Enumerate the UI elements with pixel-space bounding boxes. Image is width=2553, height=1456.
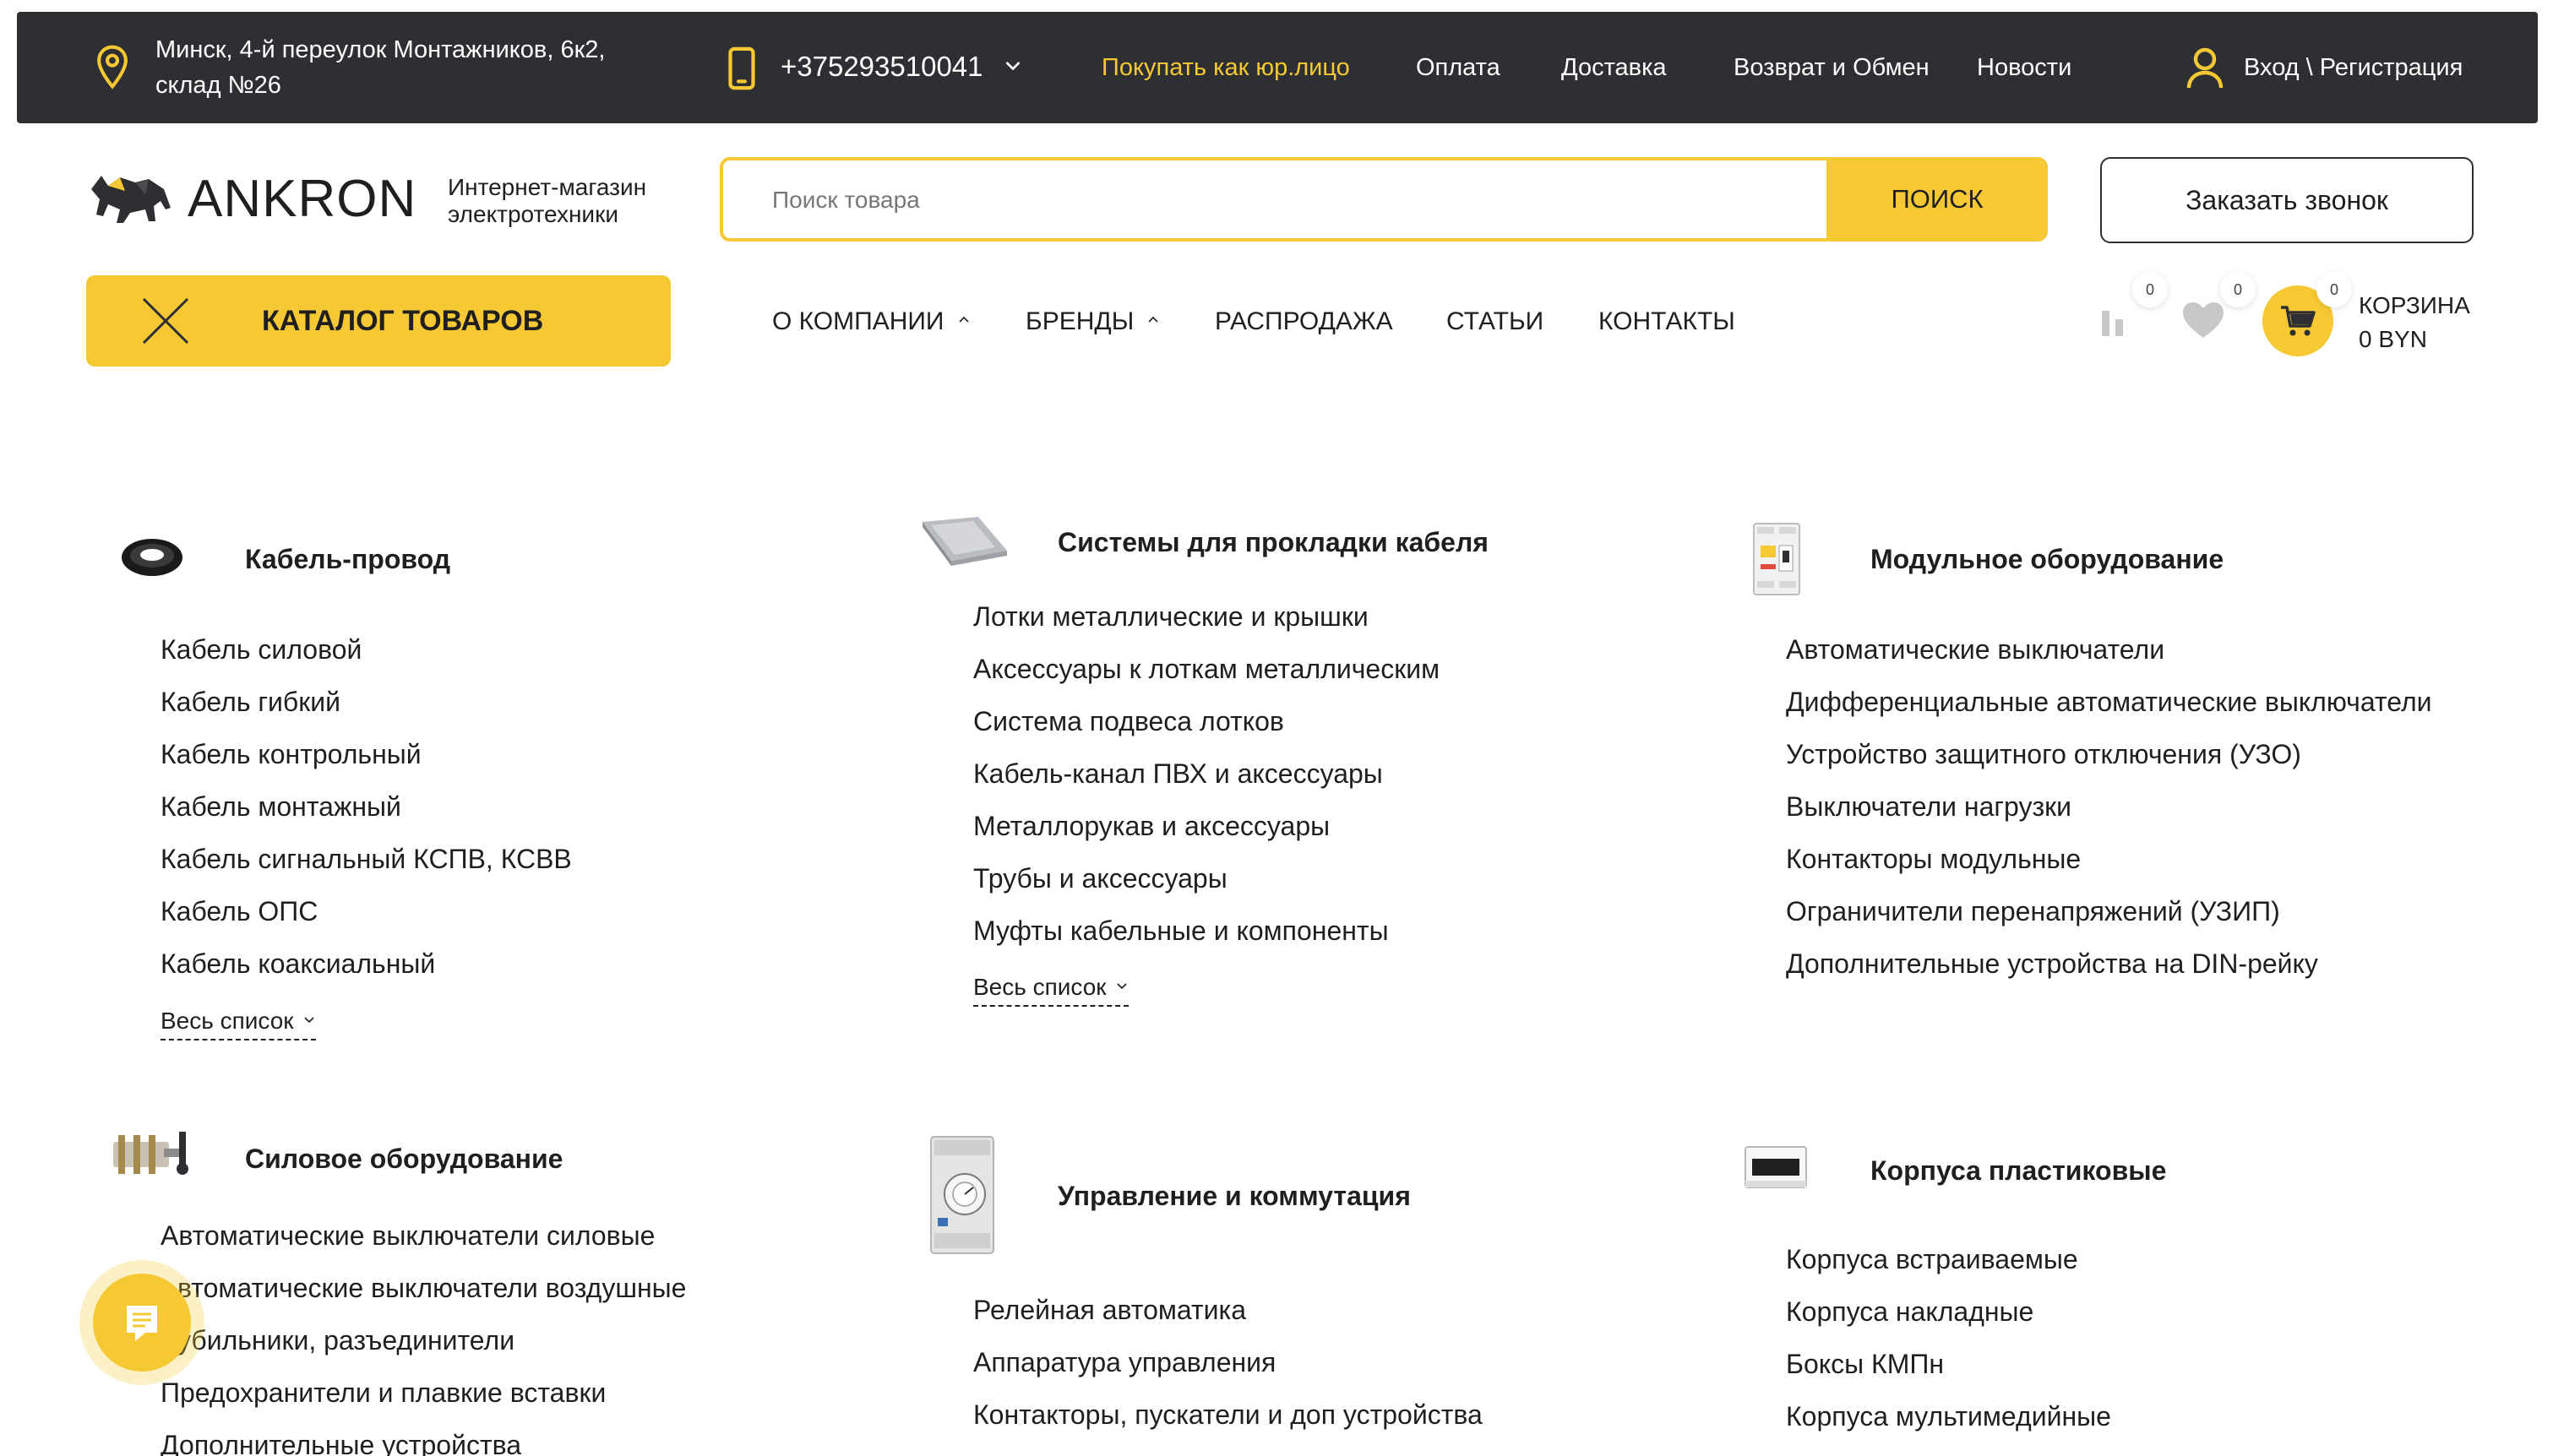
category-link[interactable]: Муфты кабельные и компоненты bbox=[973, 914, 1389, 948]
chevron-up-icon bbox=[1148, 316, 1158, 323]
brand-tagline: Интернет-магазин электротехники bbox=[448, 174, 693, 228]
show-all-label: Весь список bbox=[973, 974, 1107, 1000]
category-link[interactable]: Кабель силовой bbox=[161, 633, 362, 666]
section-title-power[interactable]: Силовое оборудование bbox=[245, 1142, 563, 1176]
chat-icon bbox=[127, 1306, 157, 1341]
chevron-down-icon bbox=[303, 1017, 314, 1023]
cart-summary[interactable]: КОРЗИНА 0 BYN bbox=[2359, 289, 2470, 356]
category-link[interactable]: Релейная автоматика bbox=[973, 1293, 1246, 1327]
search-button[interactable]: ПОИСК bbox=[1826, 160, 2044, 238]
close-icon[interactable] bbox=[139, 294, 193, 348]
cart-total: 0 BYN bbox=[2359, 326, 2427, 352]
category-link[interactable]: Корпуса мультимедийные bbox=[1786, 1399, 2111, 1433]
category-link[interactable]: Автоматические выключатели bbox=[1786, 633, 2164, 666]
tagline-line-2: электротехники bbox=[448, 201, 618, 227]
section-title-cable-systems[interactable]: Системы для прокладки кабеля bbox=[1058, 525, 1489, 559]
heart-icon[interactable] bbox=[2181, 301, 2225, 340]
timer-relay-image[interactable] bbox=[926, 1133, 999, 1257]
category-link[interactable]: Кабель монтажный bbox=[161, 790, 401, 823]
favorites-count-badge: 0 bbox=[2220, 272, 2256, 307]
brand-logo-text[interactable]: ANKRON bbox=[188, 167, 416, 231]
category-link[interactable]: Аппаратура управления bbox=[973, 1345, 1276, 1379]
category-link[interactable]: Ограничители перенапряжений (УЗИП) bbox=[1786, 894, 2280, 928]
category-link[interactable]: Металлорукав и аксессуары bbox=[973, 809, 1330, 843]
cart-label: КОРЗИНА bbox=[2359, 292, 2470, 318]
category-link[interactable]: втоматические выключатели воздушные bbox=[177, 1271, 686, 1305]
login-register-link[interactable]: Вход \ Регистрация bbox=[2244, 52, 2463, 83]
chat-button[interactable] bbox=[93, 1274, 191, 1372]
location-pin-icon bbox=[97, 45, 128, 90]
category-link[interactable]: Система подвеса лотков bbox=[973, 704, 1284, 738]
catalog-button[interactable]: КАТАЛОГ ТОВАРОВ bbox=[86, 275, 671, 367]
nav-item-label: БРЕНДЫ bbox=[1026, 307, 1135, 335]
phone-icon bbox=[728, 46, 755, 90]
callback-button[interactable]: Заказать звонок bbox=[2100, 157, 2474, 243]
topbar-link-delivery[interactable]: Доставка bbox=[1561, 52, 1667, 83]
category-link[interactable]: Выключатели нагрузки bbox=[1786, 790, 2071, 823]
search-box: Поиск товара ПОИСК bbox=[720, 157, 2048, 242]
tagline-line-1: Интернет-магазин bbox=[448, 174, 647, 200]
address-line-2: склад №26 bbox=[155, 72, 281, 99]
cart-count-badge: 0 bbox=[2316, 272, 2352, 307]
search-input[interactable]: Поиск товара bbox=[772, 186, 920, 215]
category-link[interactable]: Трубы и аксессуары bbox=[973, 861, 1228, 895]
category-link[interactable]: убильники, разъединители bbox=[177, 1323, 514, 1357]
cart-icon bbox=[2281, 306, 2316, 336]
address-line-1: Минск, 4-й переулок Монтажников, 6к2, bbox=[155, 36, 606, 63]
topbar-link-legal-entity[interactable]: Покупать как юр.лицо bbox=[1102, 52, 1350, 83]
category-link[interactable]: Аксессуары к лоткам металлическим bbox=[973, 652, 1440, 686]
chevron-down-icon[interactable] bbox=[1000, 52, 1026, 78]
category-link[interactable]: Кабель контрольный bbox=[161, 737, 422, 771]
category-link[interactable]: Кабель сигнальный КСПВ, КСВВ bbox=[161, 842, 572, 876]
category-link[interactable]: Корпуса встраиваемые bbox=[1786, 1242, 2078, 1276]
store-address: Минск, 4-й переулок Монтажников, 6к2, ск… bbox=[155, 32, 662, 103]
category-link[interactable]: Кабель-канал ПВХ и аксессуары bbox=[973, 757, 1383, 790]
cable-tray-image[interactable] bbox=[919, 513, 1010, 568]
category-link[interactable]: Дополнительные устройства на DIN-рейку bbox=[1786, 947, 2318, 981]
nav-item-about[interactable]: О КОМПАНИИ bbox=[772, 306, 972, 338]
section-title-control[interactable]: Управление и коммутация bbox=[1058, 1179, 1411, 1213]
category-link[interactable]: Кабель ОПС bbox=[161, 894, 318, 928]
compare-icon[interactable] bbox=[2100, 306, 2127, 336]
nav-item-label: О КОМПАНИИ bbox=[772, 307, 944, 335]
cable-coil-image[interactable] bbox=[118, 534, 186, 579]
category-link[interactable]: Кабель коаксиальный bbox=[161, 947, 435, 981]
topbar-link-news[interactable]: Новости bbox=[1977, 52, 2071, 83]
category-link[interactable]: Дополнительные устройства bbox=[161, 1428, 521, 1456]
user-icon[interactable] bbox=[2185, 46, 2225, 90]
plastic-enclosure-image[interactable] bbox=[1742, 1142, 1810, 1193]
section-title-modular[interactable]: Модульное оборудование bbox=[1870, 542, 2224, 576]
phone-number[interactable]: +375293510041 bbox=[781, 49, 983, 84]
nav-item-sale[interactable]: РАСПРОДАЖА bbox=[1215, 306, 1393, 338]
power-switch-image[interactable] bbox=[108, 1127, 196, 1186]
top-bar: Минск, 4-й переулок Монтажников, 6к2, ск… bbox=[17, 12, 2538, 123]
show-all-label: Весь список bbox=[161, 1008, 294, 1034]
section-title-cable[interactable]: Кабель-провод bbox=[245, 542, 450, 576]
catalog-button-label: КАТАЛОГ ТОВАРОВ bbox=[262, 305, 544, 337]
category-link[interactable]: Контакторы, пускатели и доп устройства bbox=[973, 1398, 1483, 1432]
show-all-link[interactable]: Весь список bbox=[161, 1007, 316, 1040]
compare-count-badge: 0 bbox=[2132, 272, 2168, 307]
show-all-link[interactable]: Весь список bbox=[973, 973, 1129, 1007]
category-link[interactable]: Устройство защитного отключения (УЗО) bbox=[1786, 737, 2301, 771]
category-link[interactable]: Кабель гибкий bbox=[161, 685, 340, 719]
nav-item-articles[interactable]: СТАТЬИ bbox=[1446, 306, 1543, 338]
category-link[interactable]: Контакторы модульные bbox=[1786, 842, 2081, 876]
topbar-link-payment[interactable]: Оплата bbox=[1416, 52, 1500, 83]
category-link[interactable]: Корпуса накладные bbox=[1786, 1295, 2033, 1328]
section-title-enclosures[interactable]: Корпуса пластиковые bbox=[1870, 1154, 2166, 1187]
chevron-down-icon bbox=[1116, 983, 1127, 989]
category-link[interactable]: Предохранители и плавкие вставки bbox=[161, 1376, 606, 1410]
nav-item-contacts[interactable]: КОНТАКТЫ bbox=[1598, 306, 1735, 338]
category-link[interactable]: Автоматические выключатели силовые bbox=[161, 1219, 655, 1252]
chevron-up-icon bbox=[958, 316, 969, 323]
category-link[interactable]: Лотки металлические и крышки bbox=[973, 600, 1369, 633]
nav-item-brands[interactable]: БРЕНДЫ bbox=[1026, 306, 1161, 338]
category-link[interactable]: Дифференциальные автоматические выключат… bbox=[1786, 685, 2431, 719]
rcd-breaker-image[interactable] bbox=[1749, 520, 1805, 598]
topbar-link-returns[interactable]: Возврат и Обмен bbox=[1734, 52, 1930, 83]
bull-logo-icon[interactable] bbox=[86, 166, 176, 233]
category-link[interactable]: Боксы КМПн bbox=[1786, 1347, 1944, 1381]
